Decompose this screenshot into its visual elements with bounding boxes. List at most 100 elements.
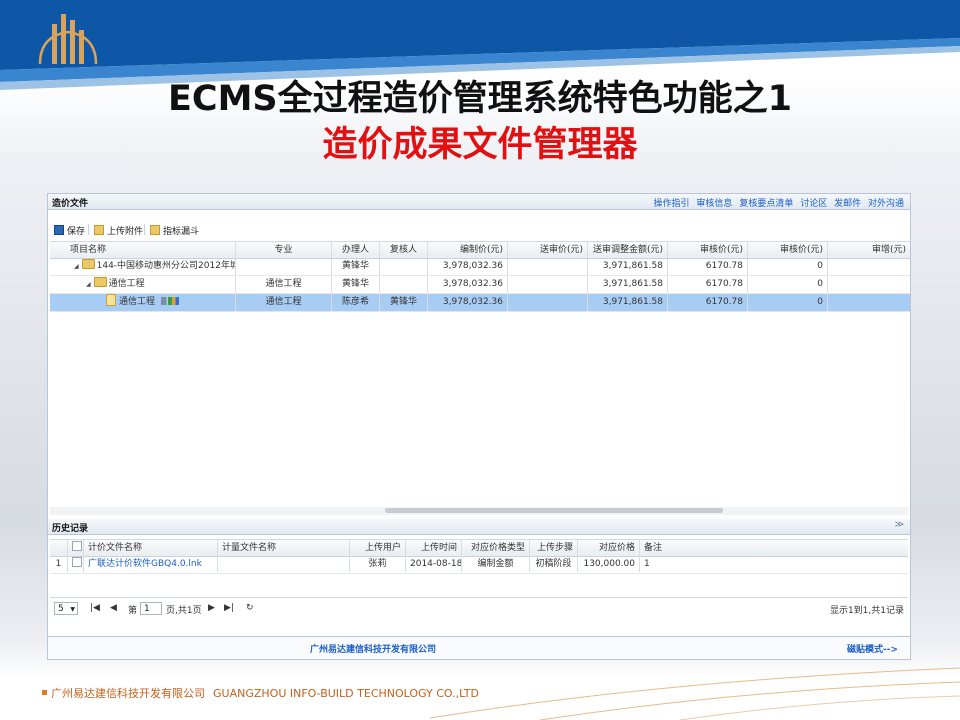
link-discussion[interactable]: 讨论区 bbox=[800, 199, 827, 209]
col-audit-price-2[interactable]: 审核价(元) bbox=[748, 242, 828, 258]
last-page-icon[interactable]: ▶| bbox=[224, 603, 234, 613]
col-price[interactable]: 对应价格 bbox=[578, 540, 640, 556]
col-checkbox bbox=[68, 540, 84, 556]
pagination-bar: 5 ▼ |◀ ◀ 第 1 页,共1页 ▶ ▶| ↻ 显示1到1,共1记录 bbox=[50, 597, 908, 620]
bullet-square-icon bbox=[42, 690, 47, 695]
tree-row-subproject[interactable]: ◢ 通信工程 通信工程 黄锋华 3,978,032.36 3,971,861.58… bbox=[50, 276, 910, 294]
file-manager-window: 造价文件 操作指引 审核信息 复核要点清单 讨论区 发邮件 对外沟通 保存 上传… bbox=[47, 193, 911, 660]
row-increase bbox=[828, 294, 910, 311]
pager-info: 显示1到1,共1记录 bbox=[829, 606, 904, 616]
col-audit-price-1[interactable]: 审核价(元) bbox=[668, 242, 748, 258]
slide-subtitle: 造价成果文件管理器 bbox=[322, 125, 638, 165]
row-name: 144-中国移动惠州分公司2012年城域传 bbox=[96, 261, 235, 271]
row-audit1: 6170.78 bbox=[668, 294, 748, 311]
row-submitted bbox=[508, 294, 588, 311]
tree-row-file-selected[interactable]: 通信工程 通信工程 陈彦希 黄锋华 3,978,032.36 3,971,861… bbox=[50, 294, 910, 312]
history-title: 历史记录 bbox=[52, 524, 89, 534]
save-button[interactable]: 保存 bbox=[54, 223, 85, 237]
col-adjusted-amount[interactable]: 送审调整金额(元) bbox=[588, 242, 668, 258]
link-send-mail[interactable]: 发邮件 bbox=[834, 199, 861, 209]
dropdown-arrow-icon: ▼ bbox=[70, 606, 75, 613]
history-row[interactable]: 1 广联达计价软件GBQ4.0.lnk 张莉 2014-08-18 编制金额 初… bbox=[50, 556, 908, 574]
select-all-checkbox[interactable] bbox=[72, 541, 82, 551]
row-handler: 黄锋华 bbox=[332, 276, 380, 293]
link-guide[interactable]: 操作指引 bbox=[654, 199, 690, 209]
row-submitted bbox=[508, 276, 588, 293]
scrollbar-thumb[interactable] bbox=[385, 508, 723, 513]
toolbar-separator bbox=[88, 224, 89, 235]
folder-icon bbox=[81, 259, 95, 269]
next-page-icon[interactable]: ▶ bbox=[208, 603, 215, 613]
row-audit1: 6170.78 bbox=[668, 276, 748, 293]
row-audit2: 0 bbox=[748, 294, 828, 311]
horizontal-scrollbar[interactable] bbox=[50, 507, 908, 515]
col-note[interactable]: 备注 bbox=[640, 540, 908, 556]
col-measure-file[interactable]: 计量文件名称 bbox=[218, 540, 350, 556]
footer-company: 广州易达建信科技开发有限公司 bbox=[309, 645, 436, 655]
row-index: 1 bbox=[50, 556, 68, 572]
link-external-comm[interactable]: 对外沟通 bbox=[868, 199, 904, 209]
collapse-triangle-icon[interactable]: ◢ bbox=[86, 276, 91, 293]
col-handler[interactable]: 办理人 bbox=[332, 242, 380, 258]
file-icon bbox=[106, 294, 116, 306]
tile-mode-link[interactable]: 磁贴模式--> bbox=[847, 642, 898, 655]
upload-time-cell: 2014-08-18 bbox=[406, 556, 462, 572]
prev-page-icon[interactable]: ◀ bbox=[110, 603, 117, 613]
tree-row-project[interactable]: ◢144-中国移动惠州分公司2012年城域传 黄锋华 3,978,032.36 … bbox=[50, 258, 910, 276]
slide-footer: 广州易达建信科技开发有限公司 GUANGZHOU INFO-BUILD TECHN… bbox=[42, 685, 479, 701]
footer-company-cn: 广州易达建信科技开发有限公司 bbox=[51, 687, 205, 700]
page-label-post: 页,共1页 bbox=[166, 606, 202, 616]
refresh-icon[interactable]: ↻ bbox=[246, 603, 254, 613]
collapse-triangle-icon[interactable]: ◢ bbox=[74, 258, 79, 275]
edit-tools-icon[interactable] bbox=[160, 297, 179, 305]
row-name: 通信工程 bbox=[119, 297, 156, 307]
cost-grid-header: 项目名称 专业 办理人 复核人 编制价(元) 送审价(元) 送审调整金额(元) … bbox=[50, 241, 910, 259]
col-prepared-price[interactable]: 编制价(元) bbox=[428, 242, 508, 258]
row-reviewer bbox=[380, 258, 428, 275]
upload-step-cell: 初稿阶段 bbox=[530, 556, 578, 572]
row-major: 通信工程 bbox=[236, 294, 332, 311]
col-upload-user[interactable]: 上传用户 bbox=[350, 540, 406, 556]
company-logo bbox=[38, 14, 98, 65]
decorative-curves bbox=[429, 667, 960, 720]
upload-user-cell: 张莉 bbox=[350, 556, 406, 572]
row-audit1: 6170.78 bbox=[668, 258, 748, 275]
col-project-name[interactable]: 项目名称 bbox=[50, 242, 236, 258]
upload-icon bbox=[94, 225, 104, 235]
col-cost-file[interactable]: 计价文件名称 bbox=[84, 540, 218, 556]
row-major: 通信工程 bbox=[236, 276, 332, 293]
page-number-input[interactable]: 1 bbox=[140, 602, 162, 615]
upload-attachment-button[interactable]: 上传附件 bbox=[94, 223, 143, 237]
row-audit2: 0 bbox=[748, 276, 828, 293]
row-audit2: 0 bbox=[748, 258, 828, 275]
row-adjusted: 3,971,861.58 bbox=[588, 258, 668, 275]
page-size-select[interactable]: 5 ▼ bbox=[54, 602, 78, 615]
col-major[interactable]: 专业 bbox=[236, 242, 332, 258]
cost-files-panel-header: 造价文件 操作指引 审核信息 复核要点清单 讨论区 发邮件 对外沟通 bbox=[48, 194, 910, 210]
row-submitted bbox=[508, 258, 588, 275]
first-page-icon[interactable]: |◀ bbox=[90, 603, 100, 613]
col-index bbox=[50, 540, 68, 556]
col-price-type[interactable]: 对应价格类型 bbox=[462, 540, 530, 556]
app-footer: 广州易达建信科技开发有限公司 磁贴模式--> bbox=[48, 636, 910, 659]
link-review-info[interactable]: 审核信息 bbox=[696, 199, 732, 209]
col-upload-step[interactable]: 上传步骤 bbox=[530, 540, 578, 556]
cost-file-link[interactable]: 广联达计价软件GBQ4.0.lnk bbox=[84, 556, 218, 572]
collapse-chevron-icon[interactable]: ≫ bbox=[895, 520, 904, 530]
row-prepared: 3,978,032.36 bbox=[428, 294, 508, 311]
top-links: 操作指引 审核信息 复核要点清单 讨论区 发邮件 对外沟通 bbox=[650, 196, 904, 209]
col-submitted-price[interactable]: 送审价(元) bbox=[508, 242, 588, 258]
col-audit-increase[interactable]: 审增(元) bbox=[828, 242, 910, 258]
row-reviewer: 黄锋华 bbox=[380, 294, 428, 311]
row-name: 通信工程 bbox=[108, 279, 145, 289]
slide-title: ECMS全过程造价管理系统特色功能之1 bbox=[168, 79, 792, 119]
col-upload-time[interactable]: 上传时间 bbox=[406, 540, 462, 556]
link-review-checklist[interactable]: 复核要点清单 bbox=[739, 199, 793, 209]
index-funnel-button[interactable]: 指标漏斗 bbox=[150, 223, 199, 237]
row-checkbox[interactable] bbox=[72, 557, 82, 567]
row-prepared: 3,978,032.36 bbox=[428, 258, 508, 275]
save-icon bbox=[54, 225, 64, 235]
price-cell: 130,000.00 bbox=[578, 556, 640, 572]
col-reviewer[interactable]: 复核人 bbox=[380, 242, 428, 258]
price-type-cell: 编制金额 bbox=[462, 556, 530, 572]
